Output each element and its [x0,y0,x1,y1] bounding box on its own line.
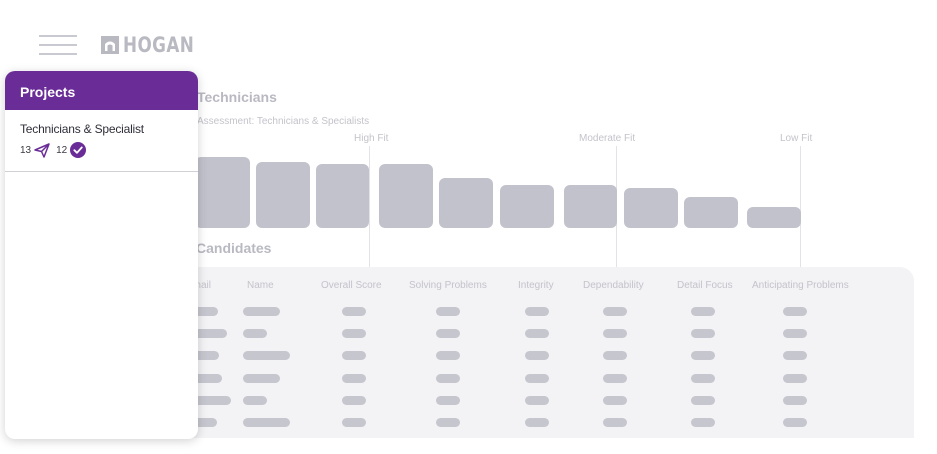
table-cell-placeholder [525,307,549,316]
table-cell-placeholder [525,351,549,361]
table-cell-placeholder [243,329,267,339]
table-cell-placeholder [342,329,366,339]
table-cell-placeholder [342,307,366,316]
table-cell-placeholder [525,373,549,383]
table-cell-placeholder [525,329,549,339]
projects-panel: Projects Technicians & Specialist 13 12 [5,71,198,439]
table-cell-placeholder [243,395,267,405]
table-cell-placeholder [194,395,231,405]
table-cell-placeholder [691,395,715,405]
fit-label-low: Low Fit [780,133,813,144]
fit-bar [500,185,554,228]
table-cell-placeholder [603,351,627,361]
table-cell-placeholder [436,395,460,405]
table-cell-placeholder [243,351,290,361]
sent-count: 13 [20,144,32,156]
assessment-label: Assessment: Technicians & Specialists [197,116,370,127]
fit-label-high: High Fit [354,133,389,144]
table-cell-placeholder [243,307,280,316]
table-cell-placeholder [603,418,627,427]
table-cell-placeholder [525,395,549,405]
table-cell-placeholder [603,395,627,405]
fit-bar [379,164,433,228]
project-name: Technicians & Specialist [20,122,144,136]
sent-stat: 13 [20,142,50,158]
hamburger-menu-icon[interactable] [39,35,77,55]
table-cell-placeholder [194,329,227,339]
fit-bar [624,188,678,228]
table-cell-placeholder [783,373,807,383]
table-cell-placeholder [691,351,715,361]
table-cell-placeholder [691,418,715,427]
fit-divider-low [800,146,801,268]
fit-label-moderate: Moderate Fit [579,133,636,144]
table-cell-placeholder [436,329,460,339]
project-item[interactable]: Technicians & Specialist 13 12 [5,110,198,172]
fit-bar [195,157,250,228]
table-cell-placeholder [194,373,222,383]
fit-bar [316,164,369,228]
table-cell-placeholder [783,418,807,427]
table-cell-placeholder [436,418,460,427]
table-cell-placeholder [342,395,366,405]
fit-bar [564,185,617,228]
table-cell-placeholder [342,373,366,383]
table-cell-placeholder [436,351,460,361]
table-cell-placeholder [783,351,807,361]
table-cell-placeholder [603,329,627,339]
column-header-anticipating-problems[interactable]: Anticipating Problems [752,280,849,291]
table-cell-placeholder [603,307,627,316]
projects-header: Projects [5,71,198,110]
column-header-overall-score[interactable]: Overall Score [321,280,382,291]
hogan-logo-mark-icon [101,36,119,54]
logo-text: HOGAN [123,33,195,57]
table-cell-placeholder [783,395,807,405]
hogan-logo[interactable]: HOGAN [101,33,212,57]
fit-bar [684,197,738,228]
table-cell-placeholder [525,418,549,427]
table-cell-placeholder [436,373,460,383]
candidates-title: Candidates [196,240,272,256]
column-header-name[interactable]: Name [247,280,274,291]
table-cell-placeholder [243,373,280,383]
report-title: Technicians [197,89,277,105]
table-cell-placeholder [342,418,366,427]
table-cell-placeholder [243,418,290,427]
column-header-integrity[interactable]: Integrity [518,280,554,291]
table-cell-placeholder [783,307,807,316]
fit-divider-high [369,146,370,268]
completed-count: 12 [56,144,68,156]
table-cell-placeholder [691,373,715,383]
column-header-dependability[interactable]: Dependability [583,280,644,291]
fit-bar [439,178,493,228]
check-circle-icon [70,142,87,158]
table-cell-placeholder [342,351,366,361]
table-cell-placeholder [783,329,807,339]
table-cell-placeholder [436,307,460,316]
paper-plane-icon [34,142,50,158]
table-cell-placeholder [603,373,627,383]
table-cell-placeholder [691,329,715,339]
fit-bar [747,207,801,228]
fit-bar [256,162,310,228]
column-header-detail-focus[interactable]: Detail Focus [677,280,733,291]
completed-stat: 12 [56,142,87,158]
table-cell-placeholder [691,307,715,316]
column-header-solving-problems[interactable]: Solving Problems [409,280,487,291]
